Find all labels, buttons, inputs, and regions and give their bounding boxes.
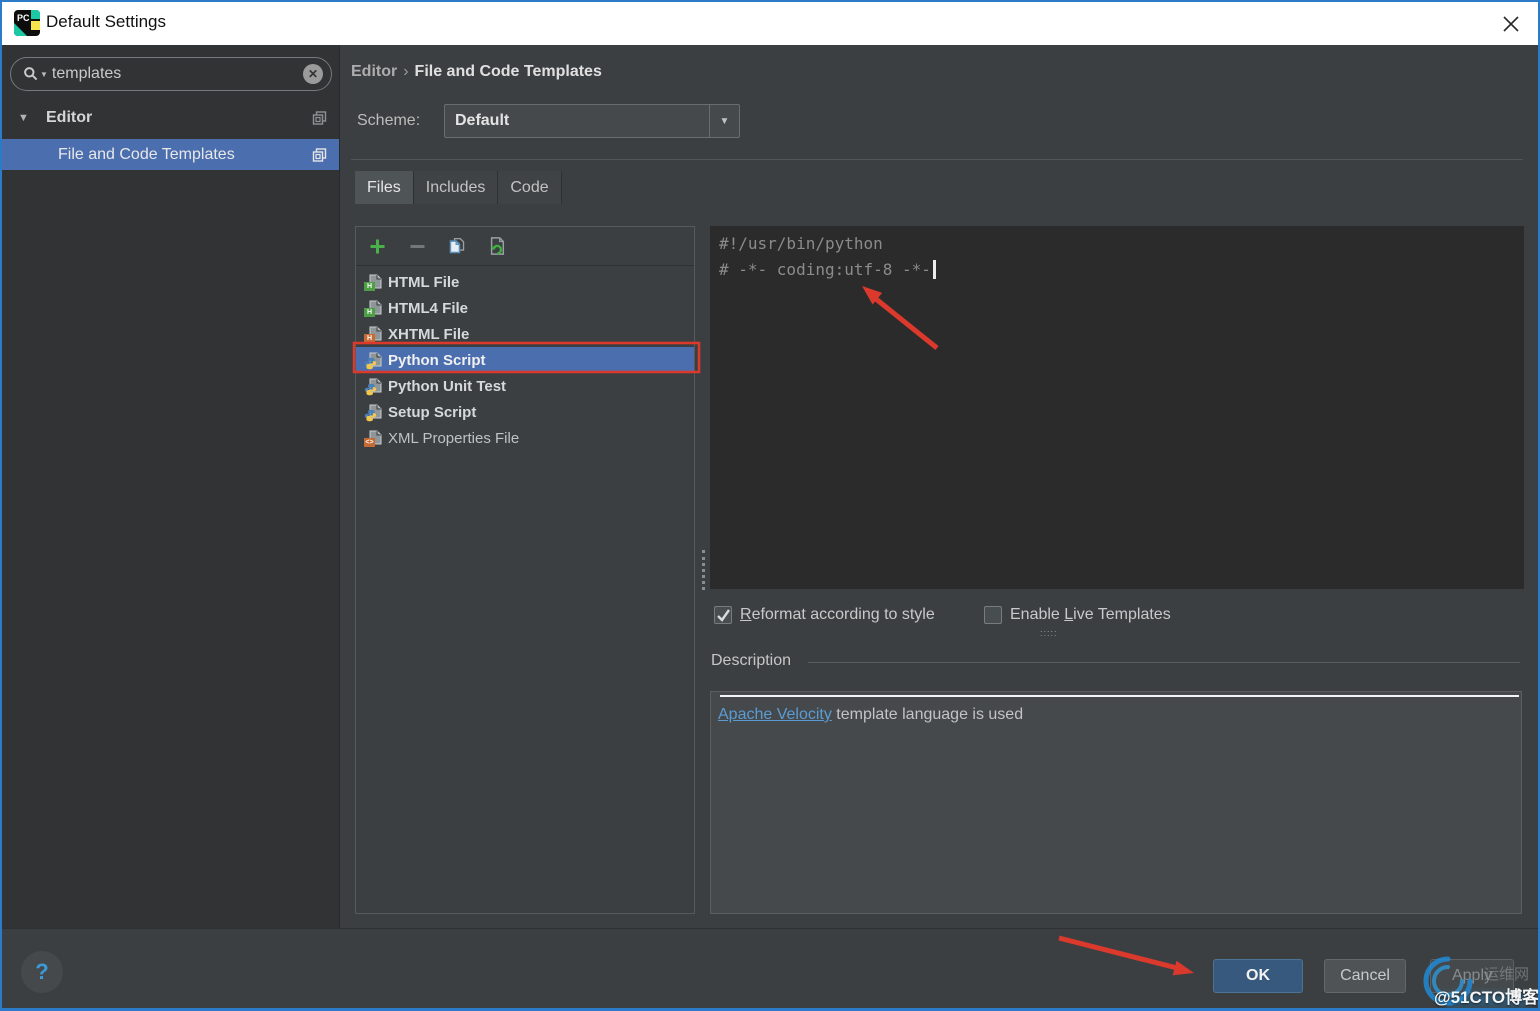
template-name: HTML File — [388, 274, 459, 291]
add-template-icon[interactable] — [368, 237, 386, 255]
copy-settings-icon — [312, 147, 327, 162]
template-list-panel: H HTML File H HTML4 File H XH — [355, 226, 695, 914]
template-name: HTML4 File — [388, 300, 468, 317]
template-list: H HTML File H HTML4 File H XH — [356, 267, 694, 913]
checkbox-checked-icon[interactable] — [714, 606, 732, 624]
chevron-down-icon[interactable]: ▼ — [709, 105, 739, 137]
template-name: Setup Script — [388, 404, 476, 421]
python-file-icon — [364, 352, 382, 369]
close-icon[interactable] — [1498, 11, 1524, 37]
remove-template-icon[interactable] — [408, 237, 426, 255]
tab-code[interactable]: Code — [498, 171, 561, 204]
apache-velocity-link[interactable]: Apache Velocity — [718, 706, 832, 723]
ok-button[interactable]: OK — [1213, 959, 1303, 993]
search-history-chevron-icon[interactable]: ▼ — [40, 70, 48, 79]
panel-splitter-handle[interactable] — [702, 550, 708, 590]
settings-search-box[interactable]: ▼ ✕ — [10, 57, 332, 91]
settings-search-input[interactable] — [52, 65, 303, 83]
tab-files[interactable]: Files — [355, 171, 414, 204]
reformat-checkbox[interactable]: Reformat according to style — [714, 606, 935, 624]
title-bar: PC Default Settings — [2, 2, 1538, 45]
template-row-xml-properties-file[interactable]: <> XML Properties File — [356, 425, 694, 451]
checkbox-label: Enable Live Templates — [1010, 606, 1171, 624]
copy-settings-icon — [312, 111, 327, 126]
divider — [351, 159, 1523, 160]
template-row-python-script[interactable]: Python Script — [356, 347, 694, 373]
template-row-python-unit-test[interactable]: Python Unit Test — [356, 373, 694, 399]
apply-button[interactable]: Apply — [1430, 959, 1514, 993]
cancel-button[interactable]: Cancel — [1324, 959, 1406, 993]
pycharm-logo-icon: PC — [14, 10, 40, 36]
sidebar-item-editor[interactable]: ▼ Editor — [2, 103, 339, 133]
description-label: Description — [711, 652, 791, 670]
template-name: XML Properties File — [388, 430, 519, 447]
watermark-glow — [1442, 993, 1532, 1007]
template-name: Python Script — [388, 352, 486, 369]
scheme-value: Default — [445, 105, 709, 137]
tab-includes[interactable]: Includes — [414, 171, 499, 204]
window-title: Default Settings — [46, 12, 166, 32]
xhtml-file-icon: H — [364, 326, 382, 343]
watermark-dots-artifact: ::::: — [1040, 628, 1058, 638]
copy-template-icon[interactable] — [448, 237, 466, 255]
template-row-html-file[interactable]: H HTML File — [356, 269, 694, 295]
scheme-dropdown[interactable]: Default ▼ — [444, 104, 740, 138]
tree-expand-icon[interactable]: ▼ — [18, 112, 29, 124]
settings-sidebar: ▼ ✕ ▼ Editor File and Code Templates — [2, 45, 340, 928]
reset-template-icon[interactable] — [488, 237, 506, 255]
sidebar-item-label: Editor — [46, 109, 92, 127]
search-icon — [23, 66, 39, 82]
dialog-footer: ? OK Cancel Apply 运维网 @51CTO博客 — [2, 928, 1538, 1008]
template-tabs: Files Includes Code — [355, 171, 562, 204]
template-name: Python Unit Test — [388, 378, 506, 395]
enable-live-templates-checkbox[interactable]: Enable Live Templates — [984, 606, 1171, 624]
sidebar-item-file-and-code-templates[interactable]: File and Code Templates — [2, 139, 339, 170]
svg-text:PC: PC — [17, 13, 30, 23]
breadcrumb-parent: Editor — [351, 63, 397, 80]
sidebar-item-label: File and Code Templates — [58, 146, 235, 164]
divider — [808, 662, 1520, 663]
checkbox-label: Reformat according to style — [740, 606, 935, 624]
scheme-label: Scheme: — [357, 104, 420, 138]
description-text: Apache Velocity template language is use… — [718, 706, 1023, 724]
settings-main-panel: Editor›File and Code Templates Scheme: D… — [340, 45, 1540, 928]
checkbox-unchecked-icon[interactable] — [984, 606, 1002, 624]
breadcrumb-current: File and Code Templates — [415, 63, 602, 80]
breadcrumb: Editor›File and Code Templates — [351, 63, 602, 81]
python-file-icon — [364, 404, 382, 421]
template-row-setup-script[interactable]: Setup Script — [356, 399, 694, 425]
html-file-icon: H — [364, 300, 382, 317]
list-toolbar — [356, 227, 694, 266]
xml-file-icon: <> — [364, 430, 382, 447]
clear-search-icon[interactable]: ✕ — [303, 64, 323, 84]
text-caret — [933, 260, 936, 279]
template-row-html4-file[interactable]: H HTML4 File — [356, 295, 694, 321]
python-file-icon — [364, 378, 382, 395]
settings-dialog: PC Default Settings ▼ ✕ ▼ Editor — [0, 0, 1540, 1011]
help-button[interactable]: ? — [21, 951, 63, 993]
breadcrumb-separator: › — [397, 63, 414, 80]
html-file-icon: H — [364, 274, 382, 291]
template-row-xhtml-file[interactable]: H XHTML File — [356, 321, 694, 347]
template-editor[interactable]: #!/usr/bin/python # -*- coding:utf-8 -*- — [710, 226, 1524, 589]
divider — [720, 695, 1519, 697]
description-panel: Apache Velocity template language is use… — [710, 691, 1522, 914]
code-line: #!/usr/bin/python — [719, 231, 1524, 257]
template-name: XHTML File — [388, 326, 469, 343]
code-line: # -*- coding:utf-8 -*- — [719, 257, 1524, 283]
